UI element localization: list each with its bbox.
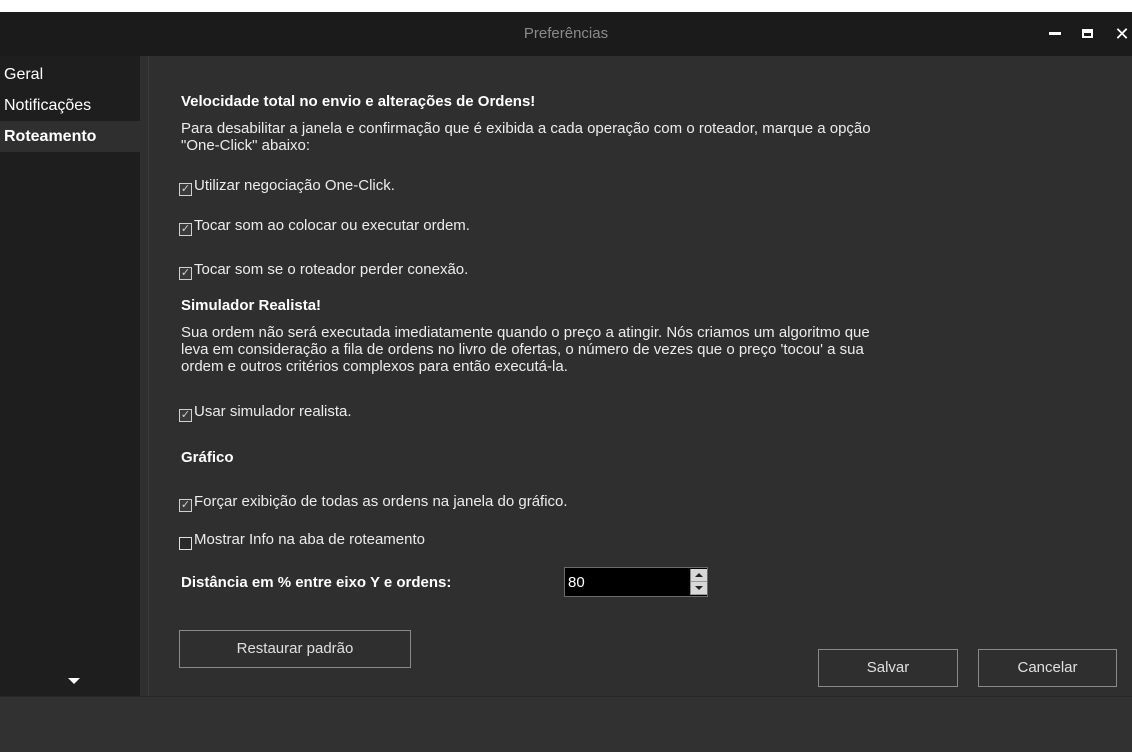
use-simulator-checkbox[interactable]: ✓ Usar simulador realista.	[179, 402, 352, 422]
checkbox-checked-icon[interactable]: ✓	[179, 267, 192, 280]
speed-description-line1: Para desabilitar a janela e confirmação …	[181, 120, 871, 137]
spin-up-icon[interactable]	[691, 569, 707, 582]
window-title: Preferências	[523, 25, 609, 42]
sidebar-item-roteamento[interactable]: Roteamento	[0, 121, 140, 152]
sound-order-checkbox[interactable]: ✓ Tocar som ao colocar ou executar ordem.	[179, 216, 470, 236]
distance-input[interactable]	[564, 567, 708, 597]
minimize-icon[interactable]	[1043, 12, 1067, 56]
title-bar[interactable]: Preferências ✕	[0, 12, 1132, 56]
one-click-checkbox[interactable]: ✓ Utilizar negociação One-Click.	[179, 176, 395, 196]
sidebar-item-label: Geral	[4, 66, 44, 83]
spin-down-icon[interactable]	[691, 582, 707, 595]
triangle-down-icon[interactable]	[68, 678, 80, 684]
distance-stepper[interactable]	[690, 569, 707, 595]
sidebar-item-label: Notificações	[4, 97, 92, 114]
one-click-label: Utilizar negociação One-Click.	[194, 177, 395, 194]
checkbox-checked-icon[interactable]: ✓	[179, 409, 192, 422]
sound-disconnect-label: Tocar som se o roteador perder conexão.	[194, 261, 469, 278]
save-button[interactable]: Salvar	[818, 649, 958, 687]
simulator-description-line1: Sua ordem não será executada imediatamen…	[181, 324, 870, 341]
simulator-heading: Simulador Realista!	[181, 297, 322, 314]
force-orders-label: Forçar exibição de todas as ordens na ja…	[194, 493, 568, 510]
sound-order-label: Tocar som ao colocar ou executar ordem.	[194, 217, 470, 234]
close-icon[interactable]: ✕	[1110, 12, 1132, 56]
checkbox-checked-icon[interactable]: ✓	[179, 183, 192, 196]
simulator-description-line3: ordem e outros critérios complexos para …	[181, 358, 568, 375]
chart-heading: Gráfico	[181, 449, 234, 466]
checkbox-checked-icon[interactable]: ✓	[179, 499, 192, 512]
sidebar: Geral Notificações Roteamento	[0, 56, 140, 696]
use-simulator-label: Usar simulador realista.	[194, 403, 352, 420]
sidebar-item-geral[interactable]: Geral	[0, 56, 140, 90]
show-info-label: Mostrar Info na aba de roteamento	[194, 531, 425, 548]
status-bar	[0, 696, 1132, 752]
speed-description-line2: "One-Click" abaixo:	[181, 137, 311, 154]
cancel-button[interactable]: Cancelar	[978, 649, 1117, 687]
speed-heading: Velocidade total no envio e alterações d…	[181, 93, 536, 110]
maximize-icon[interactable]	[1075, 12, 1099, 56]
sidebar-item-notificacoes[interactable]: Notificações	[0, 90, 140, 121]
show-info-checkbox[interactable]: ✓Mostrar Info na aba de roteamento	[179, 530, 425, 550]
force-orders-checkbox[interactable]: ✓ Forçar exibição de todas as ordens na j…	[179, 492, 568, 512]
top-strip	[0, 0, 1132, 12]
restore-defaults-button[interactable]: Restaurar padrão	[179, 630, 411, 668]
sound-disconnect-checkbox[interactable]: ✓ Tocar som se o roteador perder conexão.	[179, 260, 468, 280]
simulator-description-line2: leva em consideração a fila de ordens no…	[181, 341, 864, 358]
checkbox-unchecked-icon[interactable]: ✓	[179, 537, 192, 550]
checkbox-checked-icon[interactable]: ✓	[179, 223, 192, 236]
sidebar-item-label: Roteamento	[4, 128, 97, 145]
routing-panel: Velocidade total no envio e alterações d…	[148, 56, 1132, 696]
distance-label: Distância em % entre eixo Y e ordens:	[181, 574, 452, 591]
